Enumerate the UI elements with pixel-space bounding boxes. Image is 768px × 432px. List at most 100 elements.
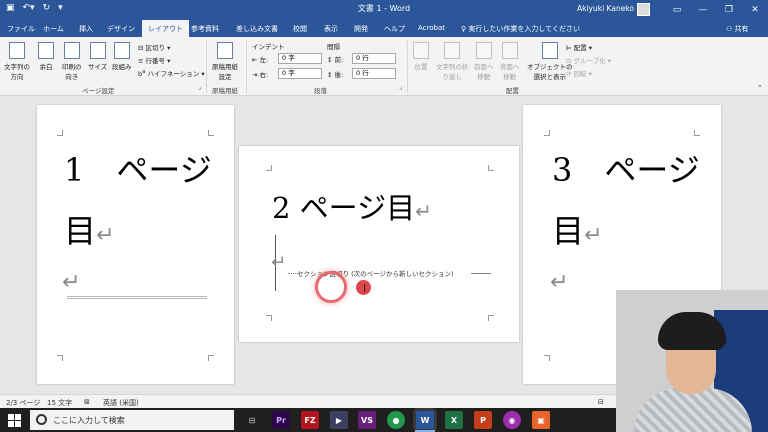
send-backward-icon: [501, 42, 518, 59]
screen-recorder-icon[interactable]: ▶: [330, 411, 348, 429]
tab-file[interactable]: ファイル: [7, 24, 35, 34]
ribbon-tabs: ファイル ホーム 挿入 デザイン レイアウト 参考資料 差し込み文書 校閲 表示…: [0, 19, 768, 37]
restore-icon[interactable]: ❐: [716, 0, 742, 19]
ibeam-cursor-icon: I: [363, 282, 367, 295]
word-count[interactable]: 15 文字: [47, 398, 72, 408]
selection-pane-icon: [541, 42, 558, 59]
user-name[interactable]: Akiyuki Kaneko: [577, 4, 634, 13]
indent-header: インデント: [252, 43, 285, 51]
windows-start-icon[interactable]: [8, 414, 21, 427]
tab-mailings[interactable]: 差し込み文書: [236, 24, 278, 34]
bring-forward-button[interactable]: 前面へ 移動: [474, 42, 494, 81]
taskbar-search-input[interactable]: ここに入力して検索: [30, 410, 234, 430]
size-button[interactable]: サイズ: [88, 42, 107, 71]
spacing-before-spinner[interactable]: 0 行: [352, 53, 396, 64]
chrome-icon[interactable]: ●: [387, 411, 405, 429]
page-size-icon: [89, 42, 106, 59]
spacing-before-label: ↕ 前:: [327, 56, 344, 64]
person-hair: [658, 312, 726, 350]
page-setup-group-label: ページ設定: [82, 87, 115, 95]
visual-studio-icon[interactable]: VS: [358, 411, 376, 429]
hyphenation-button[interactable]: ba ハイフネーション ▾: [138, 68, 205, 78]
rotate-icon: ⟳: [566, 70, 574, 78]
tab-review[interactable]: 校閲: [293, 24, 307, 34]
tab-layout[interactable]: レイアウト: [142, 20, 189, 37]
app-icon[interactable]: ◉: [503, 411, 521, 429]
page3-line2: 目↵: [552, 212, 603, 250]
tab-design[interactable]: デザイン: [107, 24, 135, 34]
send-backward-button[interactable]: 背面へ 移動: [500, 42, 520, 81]
webcam-overlay: [616, 290, 768, 432]
text-direction-button[interactable]: 文字列の 方向: [4, 42, 30, 81]
tab-insert[interactable]: 挿入: [79, 24, 93, 34]
page-1[interactable]: 1 ページ 目↵ ↵: [37, 105, 234, 384]
columns-button[interactable]: 段組み: [112, 42, 132, 71]
window-controls: ▭ — ❐ ✕: [664, 0, 768, 19]
paragraph-mark-icon: ↵: [550, 270, 569, 295]
tab-references[interactable]: 参考資料: [191, 24, 219, 34]
genko-settings-button[interactable]: 原稿用紙 設定: [212, 42, 238, 81]
manuscript-paper-icon: [217, 42, 233, 59]
proofing-icon[interactable]: ⊠: [84, 398, 90, 406]
paragraph-mark-icon: ↵: [584, 223, 603, 248]
tab-acrobat[interactable]: Acrobat: [418, 24, 445, 32]
align-button[interactable]: ⊫ 配置 ▾: [566, 42, 592, 52]
tab-home[interactable]: ホーム: [43, 24, 64, 34]
paragraph-mark-icon: ↵: [96, 223, 115, 248]
minimize-icon[interactable]: —: [690, 0, 716, 19]
genko-group-label: 原稿用紙: [212, 87, 238, 95]
excel-icon[interactable]: X: [445, 411, 463, 429]
ribbon-display-icon[interactable]: ▭: [664, 0, 690, 19]
align-icon: ⊫: [566, 44, 574, 52]
columns-icon: [113, 42, 130, 59]
group-button[interactable]: ⊡ グループ化 ▾: [566, 55, 611, 65]
word-taskbar-icon[interactable]: W: [413, 408, 437, 432]
rotate-button[interactable]: ⟳ 回転 ▾: [566, 68, 592, 78]
tab-developer[interactable]: 開発: [354, 24, 368, 34]
indent-left-spinner[interactable]: 0 字: [278, 53, 322, 64]
group-divider: [407, 41, 408, 93]
task-view-icon[interactable]: ⊟: [243, 411, 261, 429]
position-button[interactable]: 位置: [413, 42, 429, 71]
window-title: 文書 1 - Word: [357, 4, 411, 13]
paragraph-mark-icon: ↵: [62, 270, 81, 295]
close-icon[interactable]: ✕: [742, 0, 768, 19]
tab-view[interactable]: 表示: [324, 24, 338, 34]
page-setup-launcher-icon[interactable]: ⌟: [198, 84, 201, 91]
hyphenation-icon: ba: [138, 68, 146, 78]
position-icon: [413, 42, 429, 59]
paragraph-launcher-icon[interactable]: ⌟: [399, 84, 402, 91]
user-avatar[interactable]: [637, 3, 650, 16]
indent-right-spinner[interactable]: 0 字: [278, 68, 322, 79]
margins-button[interactable]: 余白: [38, 42, 54, 71]
powerpoint-icon[interactable]: P: [474, 411, 492, 429]
spacing-after-label: ↕ 後:: [327, 71, 344, 79]
orientation-icon: [63, 42, 80, 59]
text-direction-icon: [9, 42, 25, 59]
paragraph-group-label: 段落: [314, 87, 327, 95]
premiere-pro-icon[interactable]: Pr: [272, 411, 290, 429]
spacing-after-icon: ↕: [327, 71, 335, 79]
title-bar: ▣ ↶▾ ↻ ▾ 文書 1 - Word Akiyuki Kaneko ▭ — …: [0, 0, 768, 19]
tab-help[interactable]: ヘルプ: [384, 24, 405, 34]
orientation-button[interactable]: 印刷の 向き: [62, 42, 82, 81]
spacing-after-spinner[interactable]: 0 行: [352, 68, 396, 79]
margins-icon: [38, 42, 54, 59]
indent-right-icon: ⇥: [252, 71, 260, 79]
share-button[interactable]: ⚇ 共有: [726, 24, 749, 34]
breaks-button[interactable]: ⊟ 区切り ▾: [138, 42, 170, 52]
page-count[interactable]: 2/3 ページ: [6, 398, 40, 408]
page-2[interactable]: 2 ページ目↵ ↵ セクション区切り (次のページから新しいセクション) I: [239, 146, 519, 342]
line-numbers-button[interactable]: ≡ 行番号 ▾: [138, 55, 170, 65]
section-break-line: [67, 296, 207, 299]
filezilla-icon[interactable]: FZ: [301, 411, 319, 429]
person-icon: ⚇: [726, 25, 735, 33]
language-indicator[interactable]: 英語 (米国): [103, 398, 139, 408]
indent-left-icon: ⇤: [252, 56, 260, 64]
focus-mode-icon[interactable]: ⊟: [598, 398, 604, 406]
collapse-ribbon-icon[interactable]: ⌃: [757, 84, 763, 92]
wrap-text-button[interactable]: 文字列の折 り返し: [436, 42, 469, 81]
app-icon[interactable]: ▣: [532, 411, 550, 429]
tell-me-search[interactable]: ♀ 実行したい作業を入力してください: [461, 24, 580, 34]
indent-left-label: ⇤ 左:: [252, 56, 269, 64]
